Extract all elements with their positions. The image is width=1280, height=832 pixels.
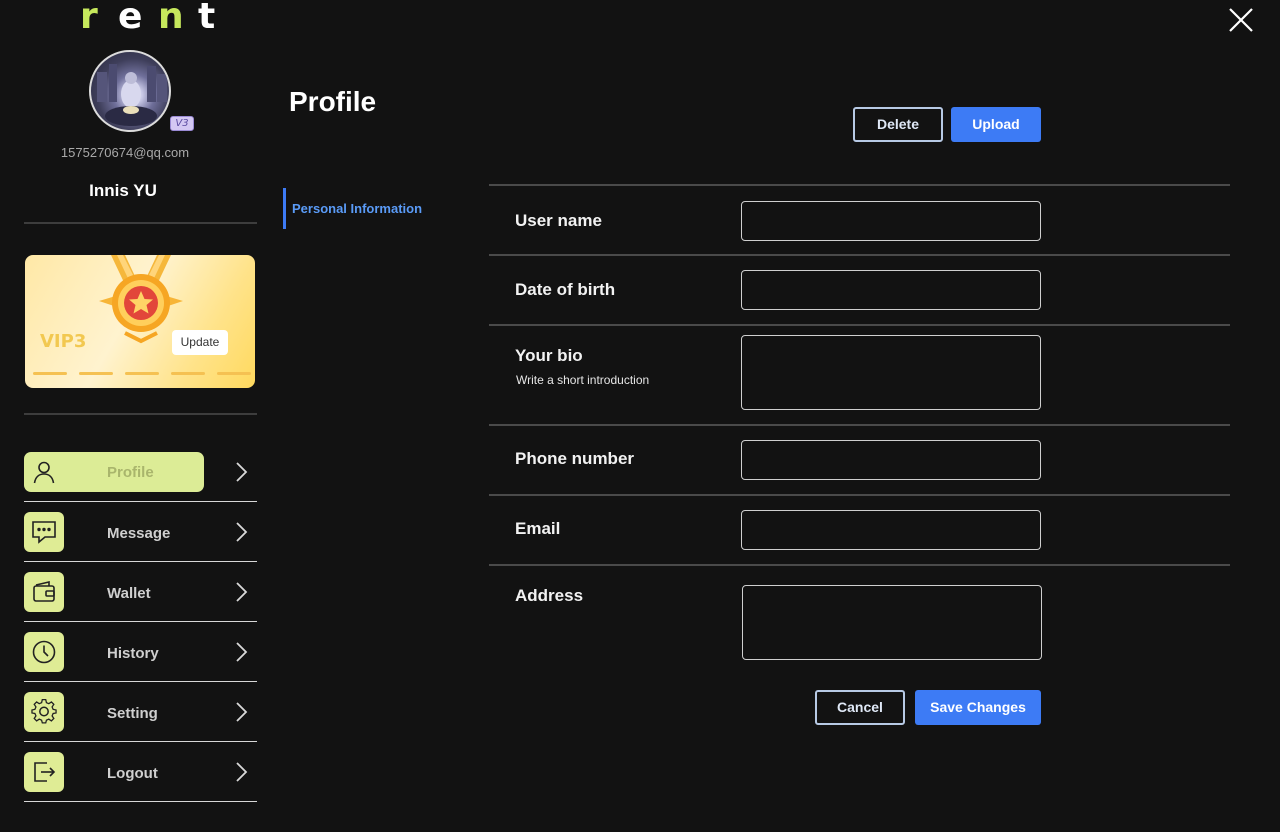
sidebar-item-label: History: [107, 645, 159, 662]
sidebar-item-label: Profile: [107, 464, 154, 481]
phone-label: Phone number: [515, 449, 635, 468]
user-icon: [24, 452, 64, 492]
avatar[interactable]: [89, 50, 171, 132]
logo-letter-r: r: [80, 0, 98, 37]
chevron-right-icon: [236, 762, 248, 782]
chevron-right-icon: [236, 522, 248, 542]
vip-level-label: VIP3: [40, 331, 87, 352]
bio-label: Your bio: [515, 346, 583, 365]
dob-field[interactable]: [741, 270, 1041, 310]
email-label: Email: [515, 519, 561, 538]
username-label: User name: [515, 211, 602, 230]
chevron-right-icon: [236, 642, 248, 662]
cancel-button[interactable]: Cancel: [815, 690, 905, 725]
gear-icon: [24, 692, 64, 732]
nav-divider: [24, 801, 257, 802]
nav-divider: [24, 501, 257, 502]
sidebar-item-label: Message: [107, 525, 171, 542]
logo-letter-t: t: [198, 0, 216, 37]
tab-personal-information[interactable]: Personal Information: [283, 188, 422, 229]
vip-level-badge: V3: [170, 116, 194, 131]
sidebar-item-setting[interactable]: Setting: [24, 682, 257, 742]
upload-button[interactable]: Upload: [951, 107, 1041, 142]
message-icon: [24, 512, 64, 552]
vip-progress-dashes: [33, 372, 251, 376]
close-button[interactable]: [1226, 5, 1256, 35]
page-title: Profile: [289, 86, 377, 117]
app-logo: r e n t: [80, 0, 220, 40]
sidebar-item-label: Setting: [107, 705, 158, 722]
form-divider: [489, 184, 1230, 186]
address-label: Address: [515, 586, 584, 605]
vip-card: VIP3 Update: [25, 255, 255, 388]
sidebar-item-history[interactable]: History: [24, 622, 257, 682]
sidebar-item-label: Logout: [107, 765, 158, 782]
address-field[interactable]: [742, 585, 1042, 660]
close-icon: [1229, 8, 1253, 32]
sidebar-item-message[interactable]: Message: [24, 501, 257, 562]
logo-letter-n: n: [158, 0, 184, 37]
logo-letter-e: e: [118, 0, 143, 37]
email-field[interactable]: [741, 510, 1041, 550]
sidebar-item-label: Wallet: [107, 585, 151, 602]
phone-field[interactable]: [741, 440, 1041, 480]
form-divider: [489, 424, 1230, 426]
form-divider: [489, 494, 1230, 496]
bio-sublabel: Write a short introduction: [516, 373, 650, 387]
vip-update-button[interactable]: Update: [172, 330, 228, 355]
user-name: Innis YU: [89, 181, 157, 200]
user-email: 1575270674@qq.com: [60, 145, 190, 160]
chevron-right-icon: [236, 702, 248, 722]
form-divider: [489, 254, 1230, 256]
sidebar-divider: [24, 222, 257, 224]
bio-field[interactable]: [741, 335, 1041, 410]
clock-icon: [24, 632, 64, 672]
chevron-right-icon: [236, 582, 248, 602]
delete-button[interactable]: Delete: [853, 107, 943, 142]
sidebar-divider: [24, 413, 257, 415]
form-divider: [489, 564, 1230, 566]
logout-icon: [24, 752, 64, 792]
sidebar-item-wallet[interactable]: Wallet: [24, 562, 257, 622]
save-changes-button[interactable]: Save Changes: [915, 690, 1041, 725]
dob-label: Date of birth: [515, 280, 616, 299]
wallet-icon: [24, 572, 64, 612]
chevron-right-icon: [236, 462, 248, 482]
form-divider: [489, 324, 1230, 326]
username-field[interactable]: [741, 201, 1041, 241]
sidebar-item-logout[interactable]: Logout: [24, 742, 257, 802]
